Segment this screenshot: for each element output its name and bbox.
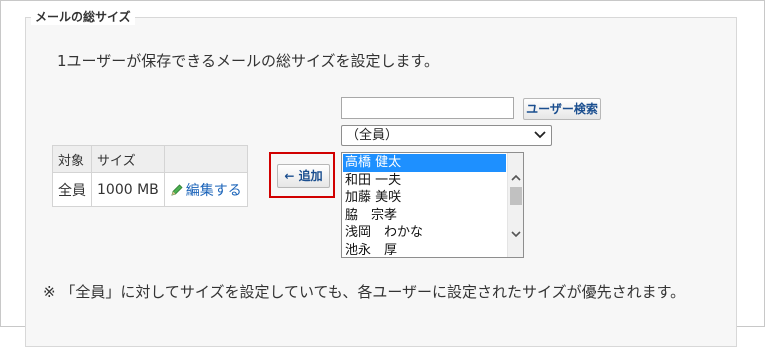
group-select[interactable]: （全員） [341,125,552,146]
panel-legend: メールの総サイズ [31,9,135,25]
page-frame: メールの総サイズ 1ユーザーが保存できるメールの総サイズを設定します。 対象 サ… [0,0,765,347]
user-listbox[interactable]: 高橋 健太 和田 一夫 加藤 美咲 脇 宗孝 浅岡 わかな 池永 厚 [341,152,524,258]
table-header-row: 対象 サイズ [52,145,248,173]
panel-description: 1ユーザーが保存できるメールの総サイズを設定します。 [57,52,439,70]
list-scrollbar[interactable] [507,153,523,257]
chevron-down-icon [534,131,546,139]
column-header-action [163,145,248,173]
user-search-input[interactable] [341,97,514,119]
user-list-items: 高橋 健太 和田 一夫 加藤 美咲 脇 宗孝 浅岡 わかな 池永 厚 [343,154,506,258]
priority-note: ※ 「全員」に対してサイズを設定していても、各ユーザーに設定されたサイズが優先さ… [43,283,686,301]
cell-edit: 編集する [163,172,248,207]
list-item[interactable]: 池永 厚 [343,242,506,258]
list-item[interactable]: 脇 宗孝 [343,207,506,225]
size-table: 対象 サイズ 全員 1000 MB 編集する [52,145,248,207]
column-header-target: 対象 [52,145,92,173]
list-item[interactable]: 和田 一夫 [343,172,506,190]
edit-link[interactable]: 編集する [170,183,242,199]
add-button[interactable]: ← 追加 [277,164,330,188]
column-header-size: サイズ [91,145,165,173]
table-row: 全員 1000 MB 編集する [52,172,248,207]
user-search-button[interactable]: ユーザー検索 [523,98,601,120]
list-item[interactable]: 浅岡 わかな [343,224,506,242]
list-item[interactable]: 加藤 美咲 [343,189,506,207]
chevron-up-icon[interactable] [510,173,522,183]
chevron-down-icon[interactable] [510,229,522,239]
list-item[interactable]: 高橋 健太 [343,154,506,172]
cell-target: 全員 [52,172,92,207]
group-select-value: （全員） [346,128,399,143]
scrollbar-thumb[interactable] [510,187,522,205]
edit-link-label: 編集する [185,182,242,199]
cell-size: 1000 MB [91,172,165,207]
pencil-icon [171,183,183,196]
